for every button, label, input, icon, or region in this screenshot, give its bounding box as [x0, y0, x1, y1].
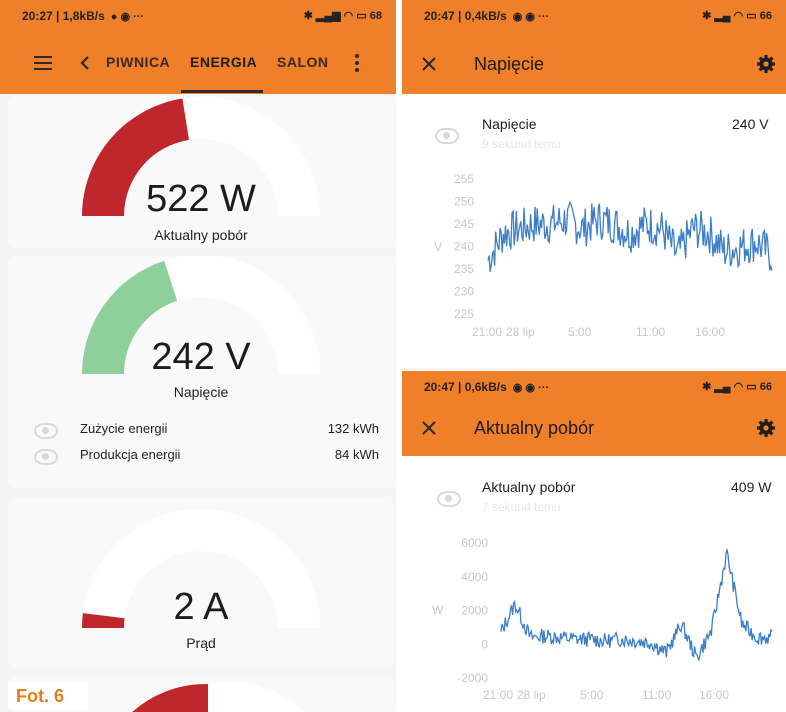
voltage-chart: 255 250 245 240 235 230 225 21:00 28 lip 5:00 11:0…: [454, 172, 773, 339]
screen-title: Napięcie: [474, 54, 545, 74]
gauge-card-voltage[interactable]: 242 V Napięcie Zużycie energii 132 kWh P…: [8, 256, 394, 488]
system-icons: ✱ ▂▄ ◠ ▭ 66: [702, 10, 772, 22]
x-tick-label: 21:00: [483, 688, 513, 702]
notification-icons: ◉ ◉ ···: [512, 381, 550, 394]
x-tick-label: 16:00: [695, 325, 725, 339]
y-tick-label: -2000: [457, 671, 488, 685]
power-value: 522 W: [146, 178, 256, 220]
app-bar-left: PIWNICA ENERGIA SALON: [0, 32, 396, 94]
system-icons: ✱ ▂▄▆ ◠ ▭ 68: [303, 10, 382, 22]
energy-production-label: Produkcja energii: [80, 447, 181, 462]
gear-icon[interactable]: [756, 54, 776, 74]
app-bar-right-top: Napięcie: [402, 32, 786, 94]
energy-usage-label: Zużycie energii: [80, 421, 168, 436]
tab-piwnica[interactable]: PIWNICA: [106, 54, 170, 70]
voltage-value: 242 V: [151, 336, 251, 378]
series-line: [499, 549, 773, 662]
y-tick-label: 250: [454, 195, 474, 209]
power-chart: 6000 4000 2000 0 -2000 21:00 28 lip 5:00 11:00 16…: [457, 536, 773, 702]
battery-level: 66: [759, 381, 772, 393]
y-tick-label: 255: [454, 172, 474, 186]
y-tick-label: 245: [454, 217, 474, 231]
gear-icon[interactable]: [756, 418, 776, 438]
y-tick-label: 0: [481, 637, 488, 651]
eye-icon[interactable]: [34, 449, 58, 465]
app-bar-right-bottom: Aktualny pobór: [402, 398, 786, 456]
screen-title: Aktualny pobór: [474, 418, 595, 438]
x-tick-label: 5:00: [580, 688, 604, 702]
gauge-card-current[interactable]: 2 A Prąd: [8, 498, 394, 668]
x-tick-label: 11:00: [636, 325, 665, 339]
voltage-label: Napięcie: [173, 384, 229, 400]
x-tick-label: 16:00: [699, 688, 729, 702]
figure-caption: Fot. 6: [8, 683, 88, 709]
current-label: Prąd: [186, 635, 216, 651]
more-vert-icon[interactable]: [354, 54, 360, 72]
current-value: 2 A: [173, 586, 229, 628]
system-icons: ✱ ▂▄ ◠ ▭ 66: [702, 381, 772, 393]
tab-energia[interactable]: ENERGIA: [190, 54, 257, 70]
battery-level: 68: [369, 10, 382, 22]
gauge-card-power[interactable]: 522 W Aktualny pobór: [8, 96, 394, 248]
status-bar-right-top: 20:47 | 0,4kB/s ◉ ◉ ··· ✱ ▂▄ ◠ ▭ 66: [402, 0, 786, 32]
y-tick-label: 235: [454, 262, 474, 276]
menu-icon[interactable]: [34, 56, 52, 70]
x-tick-label: 21:00: [472, 325, 502, 339]
y-tick-label: 4000: [461, 570, 488, 584]
active-tab-indicator: [181, 90, 263, 93]
status-bar-left: 20:27 | 1,8kB/s ● ◉ ··· ✱ ▂▄▆ ◠ ▭ 68: [0, 0, 396, 32]
chevron-left-icon[interactable]: [80, 56, 90, 70]
tab-salon[interactable]: SALON: [277, 54, 329, 70]
y-tick-label: 6000: [461, 536, 488, 550]
close-icon[interactable]: [422, 421, 436, 435]
power-label: Aktualny pobór: [154, 227, 248, 243]
energy-production-value: 84 kWh: [334, 447, 379, 462]
series-line: [487, 200, 773, 272]
status-time: 20:47 | 0,4kB/s: [424, 9, 507, 23]
y-tick-label: 2000: [461, 604, 488, 618]
status-time: 20:47 | 0,6kB/s: [424, 380, 507, 394]
y-tick-label: 240: [454, 240, 474, 254]
close-icon[interactable]: [422, 57, 436, 71]
eye-icon[interactable]: [34, 423, 58, 439]
battery-level: 66: [759, 10, 772, 22]
x-tick-label: 28 lip: [517, 688, 546, 702]
notification-icons: ◉ ◉ ···: [512, 10, 550, 23]
x-tick-label: 28 lip: [506, 325, 535, 339]
notification-icons: ● ◉ ···: [110, 10, 145, 23]
y-tick-label: 230: [454, 285, 474, 299]
x-tick-label: 11:00: [642, 688, 671, 702]
y-tick-label: 225: [454, 307, 474, 321]
status-time: 20:27 | 1,8kB/s: [22, 9, 105, 23]
x-tick-label: 5:00: [568, 325, 592, 339]
energy-usage-value: 132 kWh: [327, 421, 379, 436]
